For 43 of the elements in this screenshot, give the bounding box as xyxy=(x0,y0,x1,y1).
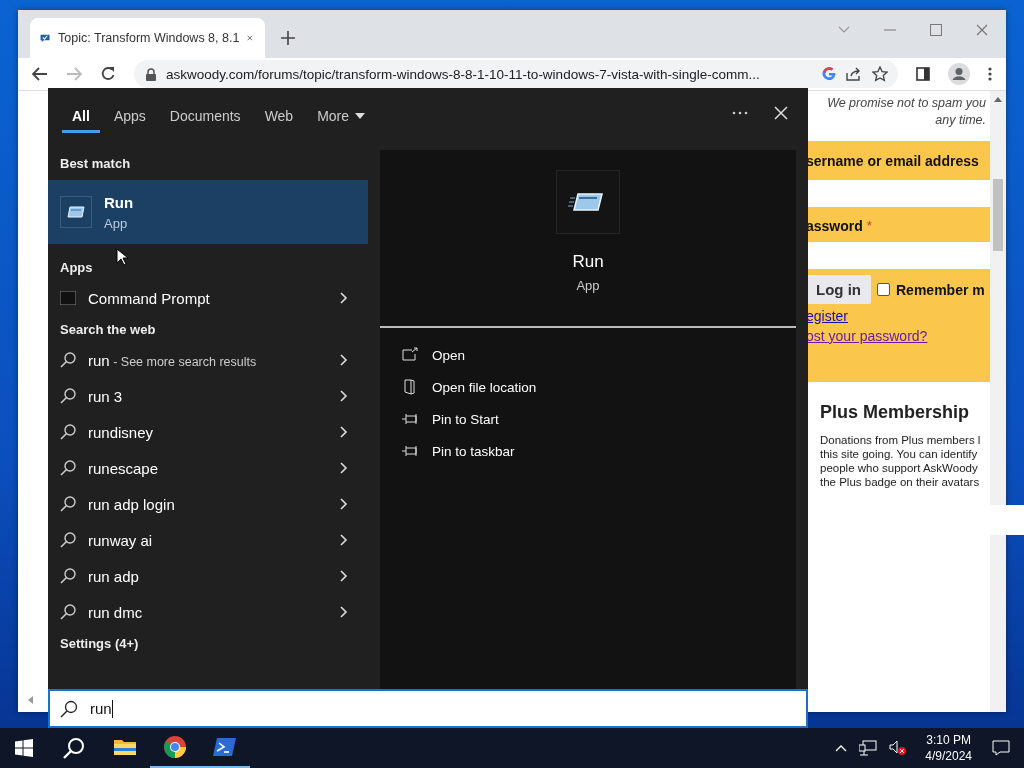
filter-tab[interactable]: More xyxy=(307,88,376,133)
action-item[interactable]: Open xyxy=(402,346,796,364)
section-header: Apps xyxy=(59,259,94,277)
filter-tab[interactable]: Apps xyxy=(103,88,156,133)
field-label: assword xyxy=(806,218,863,234)
clock[interactable]: 3:10 PM 4/9/2024 xyxy=(913,732,984,764)
notice-text: We promise not to spam you xyxy=(826,95,987,112)
section-header: Search the web xyxy=(59,321,157,339)
field-label: sername or email address xyxy=(806,152,980,171)
action-item[interactable]: Pin to Start xyxy=(402,410,796,428)
search-suggestion[interactable]: rundisney xyxy=(48,414,368,450)
result-title: Run xyxy=(104,193,134,211)
preview-subtitle: App xyxy=(576,278,600,293)
section-heading: Plus Membership xyxy=(820,402,971,423)
browser-tab[interactable]: Topic: Transform Windows 8, 8.1 xyxy=(30,18,265,58)
paragraph-text: people who support AskWoody xyxy=(820,461,979,475)
paragraph-text: Donations from Plus members l xyxy=(820,433,982,447)
search-suggestion[interactable]: runescape xyxy=(48,450,368,486)
search-suggestion[interactable]: run - See more search results xyxy=(48,342,368,378)
section-header: Best match xyxy=(59,155,132,173)
search-suggestion[interactable]: run adp login xyxy=(48,486,368,522)
result-item[interactable]: Command Prompt xyxy=(48,280,368,316)
paragraph-text: this site going. You can identify xyxy=(820,447,979,461)
result-item[interactable]: Run App xyxy=(48,180,368,244)
action-item[interactable]: Open file location xyxy=(402,378,796,396)
search-suggestion[interactable]: run adp xyxy=(48,558,368,594)
required-mark: * xyxy=(866,218,872,234)
search-suggestion[interactable]: run 3 xyxy=(48,378,368,414)
paragraph-text: the Plus badge on their avatars xyxy=(820,475,981,489)
login-button[interactable]: Log in xyxy=(806,275,871,304)
section-header: Settings (4+) xyxy=(59,635,140,653)
filter-tab[interactable]: All xyxy=(62,88,100,133)
search-suggestion[interactable]: run dmc xyxy=(48,594,368,630)
notice-text: any time. xyxy=(934,112,987,129)
search-box[interactable]: run xyxy=(48,689,808,728)
result-subtitle: App xyxy=(104,215,129,231)
filter-tab[interactable]: Documents xyxy=(159,88,251,133)
link[interactable]: egister xyxy=(806,308,849,324)
action-item[interactable]: Pin to taskbar xyxy=(402,442,796,460)
filter-tab[interactable]: Web xyxy=(254,88,304,133)
preview-title: Run xyxy=(572,252,604,272)
checkbox-label: Remember m xyxy=(896,281,985,298)
search-suggestion[interactable]: runway ai xyxy=(48,522,368,558)
